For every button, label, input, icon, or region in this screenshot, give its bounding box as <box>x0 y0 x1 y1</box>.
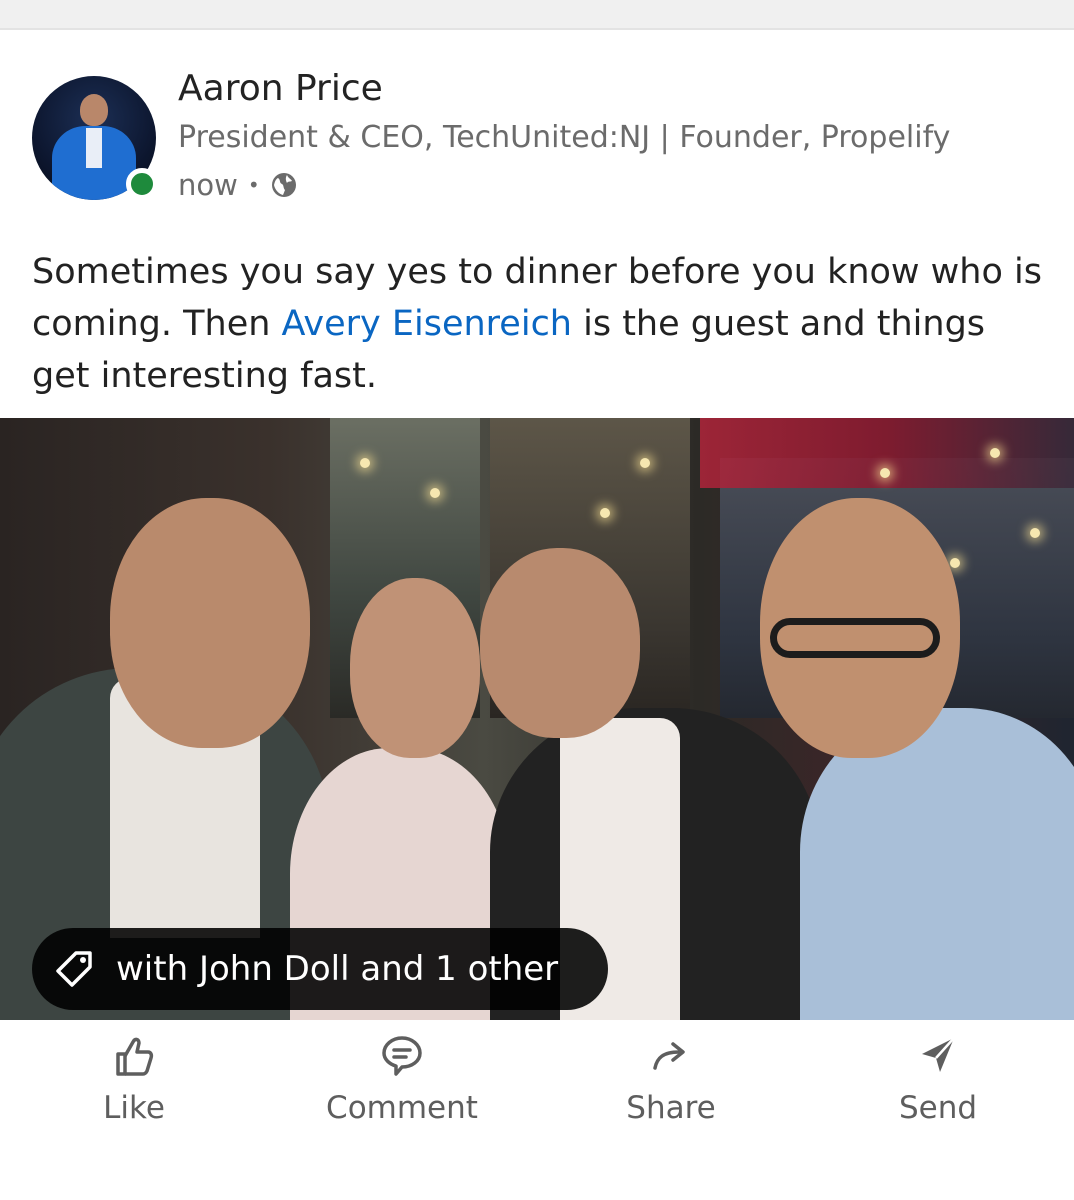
tagged-people-text: with John Doll and 1 other <box>116 949 559 989</box>
share-arrow-icon <box>653 1042 685 1070</box>
feed-post: Aaron Price President & CEO, TechUnited:… <box>0 32 1074 1200</box>
like-label: Like <box>103 1090 165 1126</box>
like-button[interactable]: Like <box>34 1032 234 1142</box>
post-time: now <box>178 168 238 202</box>
thumbs-up-icon <box>116 1037 154 1076</box>
author-avatar[interactable] <box>32 76 158 200</box>
tag-icon <box>56 951 92 987</box>
online-status-dot <box>126 168 158 200</box>
author-name[interactable]: Aaron Price <box>178 68 383 109</box>
globe-icon <box>271 173 296 197</box>
social-action-bar: Like Comment Share Send <box>0 1032 1074 1142</box>
send-icon <box>922 1037 955 1072</box>
author-headline: President & CEO, TechUnited:NJ | Founder… <box>178 120 951 155</box>
share-button[interactable]: Share <box>571 1032 771 1142</box>
top-divider-strip <box>0 0 1074 30</box>
meta-separator: • <box>247 173 260 197</box>
post-body: Sometimes you say yes to dinner before y… <box>32 246 1042 402</box>
send-button[interactable]: Send <box>838 1032 1038 1142</box>
comment-label: Comment <box>326 1090 478 1126</box>
post-photo[interactable]: with John Doll and 1 other <box>0 418 1074 1020</box>
post-meta: now • <box>178 168 298 202</box>
share-label: Share <box>626 1090 716 1126</box>
mention-link[interactable]: Avery Eisenreich <box>282 304 572 344</box>
tagged-people-pill[interactable]: with John Doll and 1 other <box>32 928 608 1010</box>
send-label: Send <box>898 1090 978 1126</box>
comment-button[interactable]: Comment <box>302 1032 502 1142</box>
comment-icon <box>382 1036 422 1076</box>
